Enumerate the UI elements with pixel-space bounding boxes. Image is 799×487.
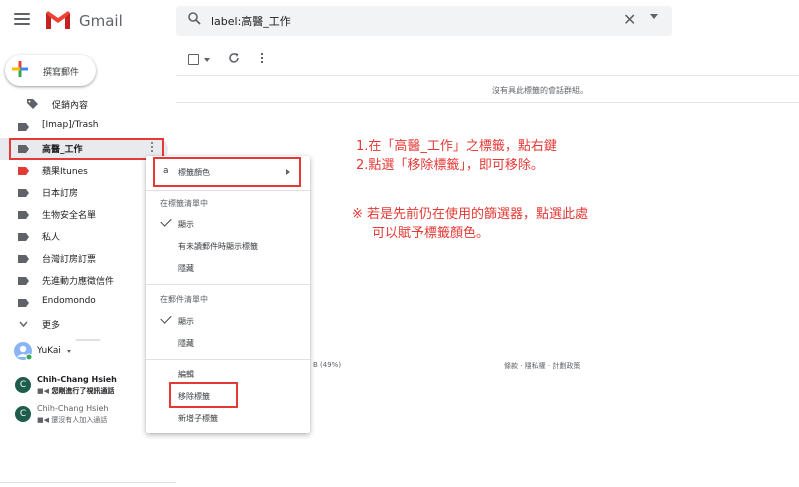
sidebar-item-promotions[interactable]: 促銷內容: [0, 94, 168, 116]
sidebar-item-label: 台灣訂房訂票: [42, 255, 97, 265]
menu-label: 隱藏: [178, 339, 194, 348]
chat-avatar[interactable]: C: [15, 377, 31, 393]
show-in-message-list-item[interactable]: 顯示: [146, 311, 310, 331]
sidebar-item-label: Endomondo: [42, 296, 96, 306]
divider: [176, 102, 799, 103]
footer-links[interactable]: 條款 · 隱私權 · 計劃政策: [504, 361, 580, 371]
sidebar-item-label: 蘋果Itunes: [42, 167, 88, 177]
menu-label: 編輯: [178, 370, 194, 379]
sidebar-item-label: 更多: [42, 321, 61, 331]
checkmark-icon: [160, 312, 172, 324]
sidebar-item-more[interactable]: 更多: [0, 314, 168, 336]
sidebar-item-apple-itunes[interactable]: 蘋果Itunes: [0, 160, 168, 182]
search-icon[interactable]: [188, 12, 201, 25]
status-caret-icon[interactable]: [67, 350, 71, 353]
label-icon: [18, 167, 29, 175]
menu-label: 新增子標籤: [178, 414, 218, 423]
sidebar-item-label: 私人: [42, 233, 61, 243]
divider: [146, 284, 310, 285]
more-actions-icon[interactable]: [261, 53, 264, 63]
select-all-checkbox[interactable]: [188, 54, 199, 65]
divider: [0, 482, 176, 483]
show-if-unread-item[interactable]: 有未讀郵件時顯示標籤: [146, 236, 310, 256]
refresh-icon[interactable]: [228, 52, 240, 64]
menu-label: 隱藏: [178, 264, 194, 273]
sidebar-item-label: 生物安全名單: [42, 211, 97, 221]
search-options-icon[interactable]: [650, 14, 658, 19]
sidebar-item-endomondo[interactable]: Endomondo: [0, 292, 168, 314]
compose-label: 撰寫郵件: [43, 68, 80, 78]
menu-label: 有未讀郵件時顯示標籤: [178, 242, 258, 251]
empty-message: 沒有具此標籤的會話群組。: [492, 86, 588, 95]
hangouts-user-name[interactable]: YuKai: [37, 346, 61, 356]
clear-search-icon[interactable]: ✕: [623, 10, 636, 29]
hide-in-message-list-item[interactable]: 隱藏: [146, 333, 310, 353]
divider: [76, 339, 100, 341]
sidebar-item-label: [Imap]/Trash: [42, 120, 99, 130]
sidebar-item-japan-booking[interactable]: 日本訂房: [0, 182, 168, 204]
video-icon: ■◀: [37, 416, 52, 424]
app-name: Gmail: [79, 12, 123, 30]
add-sublabel-item[interactable]: 新增子標籤: [146, 408, 310, 428]
video-icon: ■◀: [37, 387, 52, 395]
chat-preview-text: 您剛進行了視訊通話: [51, 387, 115, 395]
gmail-logo-icon: [46, 11, 70, 29]
menu-label: 顯示: [178, 317, 194, 326]
label-icon: [18, 233, 29, 241]
user-avatar[interactable]: [14, 342, 32, 360]
chat-preview: ■◀ 您剛進行了視訊通話: [37, 386, 114, 396]
sidebar-item-taiwan-booking[interactable]: 台灣訂房訂票: [0, 248, 168, 270]
menu-section-title: 在標籤清單中: [160, 199, 208, 208]
edit-label-item[interactable]: 編輯: [146, 364, 310, 384]
divider: [146, 190, 310, 191]
instruction-note: ※ 若是先前仍在使用的篩選器，點選此處: [352, 207, 589, 222]
chat-preview: ■◀ 還沒有人加入通話: [37, 415, 107, 425]
tag-icon: [27, 99, 38, 109]
label-icon: [18, 277, 29, 285]
instruction-note-2: 可以賦予標籤顏色。: [372, 226, 490, 241]
sidebar-item-private[interactable]: 私人: [0, 226, 168, 248]
label-icon: [18, 123, 29, 131]
sidebar-item-label: 促銷內容: [52, 101, 89, 111]
divider: [146, 359, 310, 360]
show-in-label-list-item[interactable]: 顯示: [146, 214, 310, 234]
sidebar-item-biosafety[interactable]: 生物安全名單: [0, 204, 168, 226]
label-icon: [18, 189, 29, 197]
label-icon: [18, 299, 29, 307]
sidebar-item-job-applications[interactable]: 先進動力應徵信件: [0, 270, 168, 292]
instruction-step-1: 1.在「高醫_工作」之標籤，點右鍵: [356, 139, 557, 154]
plus-icon: [12, 61, 28, 77]
instruction-step-2: 2.點選「移除標籤」，即可移除。: [356, 158, 544, 173]
sidebar-item-label: 先進動力應徵信件: [42, 277, 115, 287]
divider: [176, 75, 799, 76]
highlight-box-label-color: [153, 157, 301, 187]
chat-preview-text: 還沒有人加入通話: [51, 416, 108, 424]
chat-contact-name[interactable]: Chih-Chang Hsieh: [37, 375, 117, 384]
chat-avatar[interactable]: C: [15, 406, 31, 422]
label-icon: [18, 255, 29, 263]
checkmark-icon: [160, 215, 172, 227]
sidebar-item-label: 日本訂房: [42, 189, 79, 199]
chat-contact-name[interactable]: Chih-Chang Hsieh: [37, 404, 108, 413]
chevron-down-icon: [19, 321, 28, 328]
search-input[interactable]: label:高醫_工作: [211, 13, 291, 29]
hide-in-label-list-item[interactable]: 隱藏: [146, 258, 310, 278]
menu-section-title: 在郵件清單中: [160, 295, 208, 304]
highlight-box-remove-label: [169, 382, 238, 408]
label-icon: [18, 211, 29, 219]
sidebar-item-imap-trash[interactable]: [Imap]/Trash: [0, 116, 168, 138]
main-menu-button[interactable]: [14, 13, 30, 25]
menu-label: 顯示: [178, 220, 194, 229]
storage-usage: B (49%): [313, 361, 342, 369]
select-options-icon[interactable]: [204, 58, 210, 62]
highlight-box-label: [9, 138, 164, 160]
